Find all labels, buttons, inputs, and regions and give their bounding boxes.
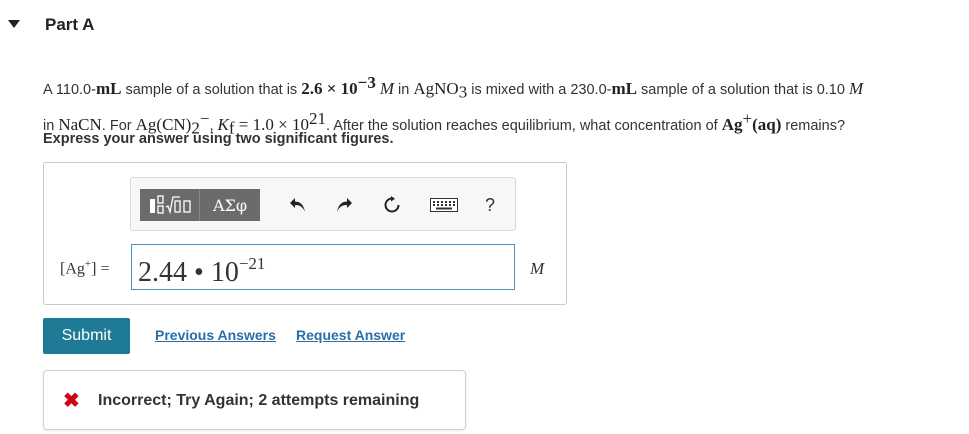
sqrt-template-icon — [149, 195, 191, 215]
undo-icon[interactable] — [286, 194, 310, 216]
part-title: Part A — [45, 15, 95, 34]
question-line-1: A 110.0-mL sample of a solution that is … — [43, 73, 864, 102]
template-group: ΑΣφ — [140, 189, 260, 221]
feedback-box: ✖ Incorrect; Try Again; 2 attempts remai… — [43, 370, 466, 430]
collapse-toggle-icon[interactable] — [8, 20, 20, 28]
incorrect-icon: ✖ — [63, 390, 80, 412]
instruction-text: Express your answer using two significan… — [43, 131, 394, 147]
submit-button[interactable]: Submit — [43, 318, 130, 354]
answer-panel: ΑΣφ ? [Ag+] = 2.44 • 10−21 M — [43, 162, 567, 305]
greek-letters-button[interactable]: ΑΣφ — [200, 189, 260, 221]
math-toolbar: ΑΣφ ? — [130, 177, 516, 231]
feedback-message: Incorrect; Try Again; 2 attempts remaini… — [98, 392, 420, 409]
answer-input[interactable]: 2.44 • 10−21 — [131, 244, 515, 290]
redo-icon[interactable] — [332, 194, 356, 216]
answer-unit: M — [530, 259, 545, 278]
templates-button[interactable] — [140, 189, 200, 221]
answer-label: [Ag+] = — [60, 258, 110, 278]
help-button[interactable]: ? — [478, 194, 502, 216]
question-part: Part A A 110.0-mL sample of a solution t… — [0, 0, 969, 434]
request-answer-link[interactable]: Request Answer — [296, 327, 405, 343]
previous-answers-link[interactable]: Previous Answers — [155, 327, 276, 343]
reset-icon[interactable] — [380, 194, 404, 216]
keyboard-icon[interactable] — [429, 194, 459, 216]
